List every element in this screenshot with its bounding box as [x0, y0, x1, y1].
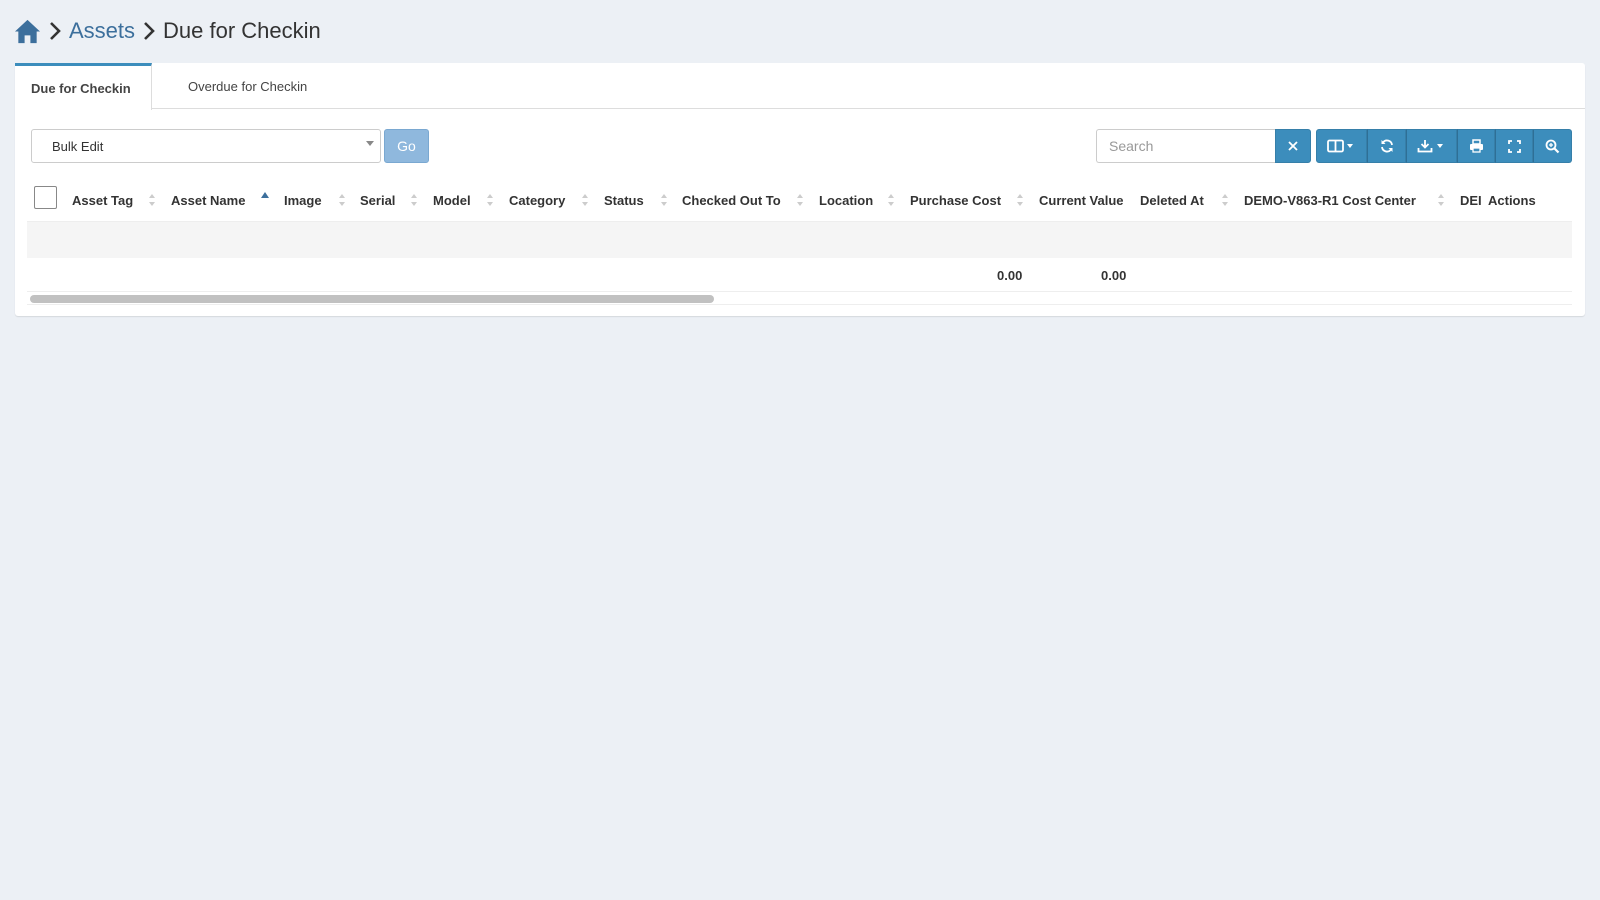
column-location[interactable]: Location	[819, 179, 873, 221]
sort-icon	[582, 194, 588, 206]
table-toolbar	[1316, 129, 1572, 163]
bulk-action-value: Bulk Edit	[52, 138, 104, 154]
sort-icon	[661, 194, 667, 206]
column-label: DEI	[1460, 192, 1482, 208]
column-image[interactable]: Image	[284, 179, 322, 221]
assets-table: Asset Tag Asset Name Image Serial Model …	[27, 179, 1572, 305]
column-label: Serial	[360, 192, 396, 208]
column-current-value[interactable]: Current Value	[1039, 179, 1124, 221]
column-label: Model	[433, 192, 471, 208]
column-label: Current Value	[1039, 192, 1124, 208]
assets-panel: Due for Checkin Overdue for Checkin Bulk…	[15, 63, 1585, 316]
search-placeholder: Search	[1109, 138, 1154, 154]
column-label: Asset Name	[171, 192, 246, 208]
sort-icon	[888, 194, 894, 206]
home-icon[interactable]	[14, 18, 41, 45]
column-cost-center[interactable]: DEMO-V863-R1 Cost Center	[1244, 179, 1416, 221]
column-label: Deleted At	[1140, 192, 1204, 208]
current-value-total: 0.00	[1101, 268, 1127, 283]
breadcrumb-assets-link[interactable]: Assets	[69, 18, 135, 44]
table-footer: 0.00 0.00	[27, 258, 1572, 292]
sort-icon	[411, 194, 417, 206]
column-checked-out-to[interactable]: Checked Out To	[682, 179, 781, 221]
column-serial[interactable]: Serial	[360, 179, 395, 221]
column-actions: Actions	[1488, 179, 1536, 221]
column-truncated[interactable]: DEI	[1460, 179, 1486, 221]
sort-asc-icon	[261, 192, 269, 198]
column-label: Status	[604, 192, 644, 208]
chevron-right-icon	[50, 22, 61, 40]
caret-down-icon	[366, 141, 374, 146]
column-purchase-cost[interactable]: Purchase Cost	[910, 179, 1001, 221]
close-icon	[1288, 141, 1298, 151]
bulk-action-select[interactable]: Bulk Edit	[31, 129, 381, 163]
refresh-icon	[1380, 139, 1393, 153]
sort-icon	[1438, 194, 1444, 206]
column-label: Image	[284, 192, 322, 208]
columns-button[interactable]	[1316, 129, 1367, 163]
search-input[interactable]: Search	[1096, 129, 1277, 163]
column-label: Location	[819, 192, 874, 208]
sort-icon	[149, 194, 155, 206]
column-label: Purchase Cost	[910, 192, 1002, 208]
fullscreen-button[interactable]	[1495, 129, 1533, 163]
chevron-right-icon	[144, 22, 155, 40]
sort-icon	[1222, 194, 1228, 206]
column-label: Checked Out To	[682, 192, 781, 208]
advanced-search-icon	[1545, 139, 1560, 153]
horizontal-scrollbar[interactable]	[27, 292, 1572, 305]
advanced-search-button[interactable]	[1533, 129, 1572, 163]
table-row	[27, 221, 1572, 258]
column-label: Category	[509, 192, 566, 208]
print-button[interactable]	[1457, 129, 1495, 163]
column-model[interactable]: Model	[433, 179, 471, 221]
columns-icon	[1326, 139, 1353, 153]
fullscreen-icon	[1507, 139, 1521, 153]
tab-due-for-checkin[interactable]: Due for Checkin	[15, 63, 152, 110]
sort-icon	[487, 194, 493, 206]
export-button[interactable]	[1406, 129, 1457, 163]
column-asset-name[interactable]: Asset Name	[171, 179, 245, 221]
clear-search-button[interactable]	[1275, 129, 1311, 163]
column-label: Actions	[1488, 192, 1536, 208]
breadcrumb: Assets Due for Checkin	[14, 14, 321, 48]
column-category[interactable]: Category	[509, 179, 565, 221]
export-icon	[1417, 140, 1443, 153]
page-title: Due for Checkin	[163, 18, 321, 43]
tab-bar: Due for Checkin Overdue for Checkin	[15, 63, 1585, 110]
table-header: Asset Tag Asset Name Image Serial Model …	[27, 179, 1572, 221]
print-icon	[1469, 139, 1483, 153]
sort-icon	[339, 194, 345, 206]
column-label: DEMO-V863-R1 Cost Center	[1244, 192, 1416, 208]
purchase-cost-total: 0.00	[997, 268, 1023, 283]
select-all-checkbox[interactable]	[34, 186, 57, 209]
sort-icon	[1017, 194, 1023, 206]
column-label: Asset Tag	[72, 192, 134, 208]
go-button[interactable]: Go	[384, 129, 429, 163]
scrollbar-thumb[interactable]	[30, 295, 714, 303]
tab-overdue-for-checkin[interactable]: Overdue for Checkin	[172, 63, 323, 109]
sort-icon	[797, 194, 803, 206]
refresh-button[interactable]	[1367, 129, 1406, 163]
column-asset-tag[interactable]: Asset Tag	[72, 179, 133, 221]
column-status[interactable]: Status	[604, 179, 644, 221]
column-deleted-at[interactable]: Deleted At	[1140, 179, 1204, 221]
